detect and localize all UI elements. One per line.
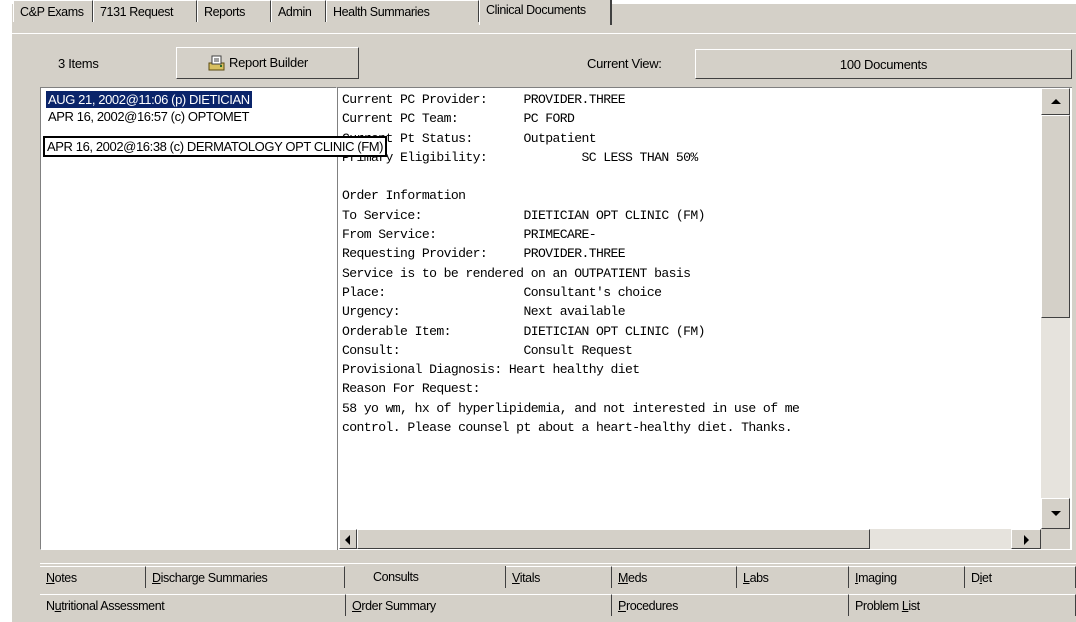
tab-cp-exams[interactable]: C&P Exams bbox=[13, 0, 93, 22]
bottom-tab[interactable]: Diet bbox=[965, 566, 1076, 588]
tab-reports[interactable]: Reports bbox=[197, 0, 271, 22]
bottom-tab[interactable]: Problem List bbox=[849, 594, 1076, 616]
scroll-down-button[interactable] bbox=[1041, 498, 1070, 529]
tab-divider bbox=[12, 33, 1076, 34]
document-line: Order Information bbox=[342, 188, 466, 204]
bottom-tab[interactable]: Imaging bbox=[849, 566, 965, 588]
document-line: Service is to be rendered on an OUTPATIE… bbox=[342, 265, 691, 281]
bottom-tab[interactable]: Nutritional Assessment bbox=[40, 594, 346, 616]
horizontal-scrollbar[interactable] bbox=[339, 529, 1041, 549]
scroll-up-icon bbox=[1051, 99, 1061, 104]
bottom-tab[interactable]: Vitals bbox=[506, 566, 612, 588]
document-text: Current PC Provider: PROVIDER.THREE Curre… bbox=[342, 90, 1040, 437]
tab-clinical-documents[interactable]: Clinical Documents bbox=[479, 0, 612, 25]
document-line: Reason For Request: bbox=[342, 381, 481, 397]
bottom-tab[interactable]: Consults bbox=[345, 566, 506, 588]
list-item[interactable]: APR 16, 2002@16:57 (c) OPTOMET bbox=[46, 108, 251, 125]
bottom-tab[interactable]: Procedures bbox=[612, 594, 849, 616]
scroll-up-button[interactable] bbox=[1041, 88, 1070, 115]
current-view-button[interactable]: 100 Documents bbox=[695, 49, 1072, 79]
scroll-left-icon bbox=[345, 535, 350, 545]
document-list[interactable]: AUG 21, 2002@11:06 (p) DIETICIAN APR 16,… bbox=[40, 87, 337, 550]
document-line: Requesting Provider: PROVIDER.THREE bbox=[342, 246, 626, 262]
document-line: control. Please counsel pt about a heart… bbox=[342, 420, 793, 436]
items-count-label: 3 Items bbox=[58, 56, 99, 71]
vertical-scrollbar[interactable] bbox=[1041, 88, 1070, 529]
report-builder-icon bbox=[208, 55, 225, 71]
scroll-right-icon bbox=[1024, 535, 1029, 545]
bottom-tab[interactable]: Order Summary bbox=[346, 594, 612, 616]
current-view-label: Current View: bbox=[587, 56, 662, 71]
vertical-scroll-thumb[interactable] bbox=[1041, 115, 1070, 318]
scroll-right-button[interactable] bbox=[1011, 529, 1041, 549]
list-item[interactable]: AUG 21, 2002@11:06 (p) DIETICIAN bbox=[46, 91, 252, 108]
document-line: Place: Consultant's choice bbox=[342, 284, 662, 300]
bottom-tab[interactable]: Discharge Summaries bbox=[146, 566, 345, 588]
document-line: Orderable Item: DIETICIAN OPT CLINIC (FM… bbox=[342, 323, 705, 339]
document-line: From Service: PRIMECARE- bbox=[342, 227, 597, 243]
bottom-tab[interactable]: Labs bbox=[737, 566, 849, 588]
report-builder-button[interactable]: Report Builder bbox=[176, 47, 359, 79]
bottom-tab[interactable]: Notes bbox=[40, 566, 146, 588]
bottom-tab[interactable]: Meds bbox=[612, 566, 737, 588]
document-line: 58 yo wm, hx of hyperlipidemia, and not … bbox=[342, 400, 800, 416]
horizontal-scroll-thumb[interactable] bbox=[357, 529, 870, 549]
scroll-left-button[interactable] bbox=[339, 529, 357, 549]
document-line: Consult: Consult Request bbox=[342, 342, 633, 358]
document-line: Primary Eligibility: SC LESS THAN 50% bbox=[342, 149, 698, 165]
report-builder-label: Report Builder bbox=[229, 55, 308, 70]
document-text-pane[interactable]: Current PC Provider: PROVIDER.THREE Curre… bbox=[337, 87, 1072, 550]
document-line: Current Pt Status: Outpatient bbox=[342, 130, 597, 146]
current-view-value: 100 Documents bbox=[839, 57, 928, 72]
list-item-focused[interactable]: APR 16, 2002@16:38 (c) DERMATOLOGY OPT C… bbox=[42, 136, 388, 157]
document-line: Current PC Provider: PROVIDER.THREE bbox=[342, 92, 626, 107]
bottom-tab-divider bbox=[40, 563, 1076, 564]
tab-7131-request[interactable]: 7131 Request bbox=[93, 0, 197, 22]
tab-admin[interactable]: Admin bbox=[271, 0, 326, 22]
document-line: Urgency: Next available bbox=[342, 304, 626, 320]
document-line: To Service: DIETICIAN OPT CLINIC (FM) bbox=[342, 207, 705, 223]
scroll-corner bbox=[1041, 529, 1070, 549]
scroll-down-icon bbox=[1051, 511, 1061, 516]
tab-health-summaries[interactable]: Health Summaries bbox=[326, 0, 479, 22]
document-line: Current PC Team: PC FORD bbox=[342, 111, 575, 127]
document-line: Provisional Diagnosis: Heart healthy die… bbox=[342, 362, 640, 378]
